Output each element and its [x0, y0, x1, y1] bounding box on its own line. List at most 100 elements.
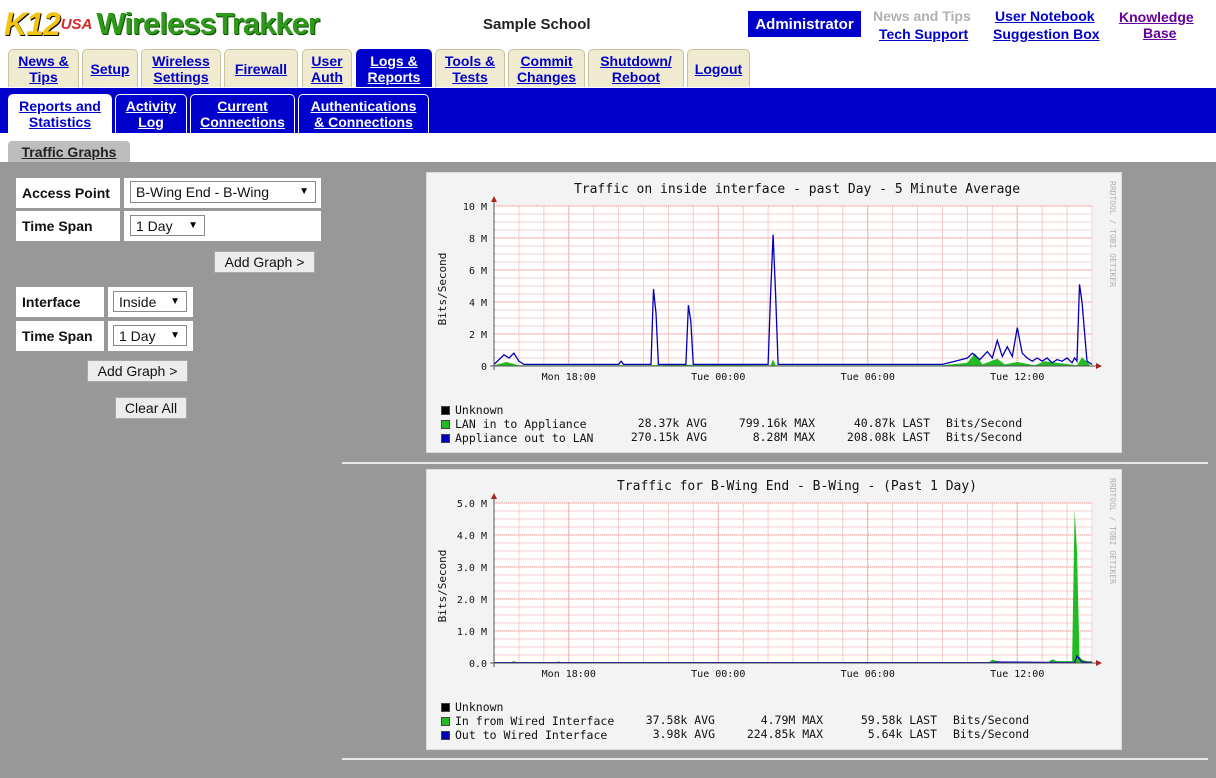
- user-notebook-link[interactable]: User Notebook: [995, 8, 1095, 24]
- tab-tools-tests[interactable]: Tools & Tests: [435, 49, 505, 87]
- tab-shutdown-reboot[interactable]: Shutdown/Reboot: [588, 49, 684, 87]
- traffic-graph-svg-1: Mon 18:00 Tue 00:00 Tue 06:00 Tue 12:00 0 2 M…: [436, 181, 1117, 383]
- y-tick-label: 2.0 M: [457, 595, 487, 606]
- legend-unit: Bits/Second: [953, 713, 1030, 727]
- dropdown-arrow-icon: ▼: [170, 295, 180, 307]
- x-axis-arrow-icon: [1096, 363, 1102, 369]
- interface-select[interactable]: Inside ▼: [113, 291, 187, 312]
- y-tick-label: 3.0 M: [457, 563, 487, 574]
- legend-entry: Unknown: [441, 700, 503, 714]
- traffic-graph-access-point: Mon 18:00 Tue 00:00 Tue 06:00 Tue 12:00 0.0 1…: [426, 469, 1122, 750]
- clear-all-button[interactable]: Clear All: [115, 397, 187, 419]
- legend-label: LAN in to Appliance: [455, 417, 587, 431]
- y-tick-label: 4.0 M: [457, 531, 487, 542]
- legend-max: 799.16k MAX: [738, 416, 815, 430]
- legend-last: 40.87k LAST: [853, 416, 930, 430]
- legend-label: Unknown: [455, 403, 504, 417]
- legend-avg: 3.98k AVG: [652, 727, 715, 741]
- time-span-value-2: 1 Day: [119, 327, 156, 344]
- news-and-tips-link[interactable]: News and Tips: [873, 8, 971, 24]
- section-tab-traffic-graphs[interactable]: Traffic Graphs: [8, 141, 130, 163]
- subtab-current-connections[interactable]: Current Connections: [190, 94, 295, 133]
- legend-swatch: [441, 405, 450, 415]
- time-span-value-1: 1 Day: [136, 217, 173, 234]
- y-tick-label: 4 M: [469, 298, 487, 309]
- chart-title: Traffic for B-Wing End - B-Wing - (Past …: [617, 479, 977, 494]
- x-axis-arrow-icon: [1096, 660, 1102, 666]
- subtab-activity-log[interactable]: Activity Log: [115, 94, 187, 133]
- legend-unit: Bits/Second: [953, 727, 1030, 741]
- legend-swatch: [441, 730, 450, 740]
- legend-avg: 37.58k AVG: [645, 713, 715, 727]
- legend-swatch: [441, 419, 450, 429]
- legend-entry: LAN in to Appliance: [441, 417, 587, 431]
- x-tick-label: Mon 18:00: [542, 669, 596, 680]
- add-graph-button-2[interactable]: Add Graph >: [87, 360, 188, 382]
- time-span-select-1[interactable]: 1 Day ▼: [130, 215, 205, 236]
- content-area: Access Point B-Wing End - B-Wing ▼ Time …: [0, 162, 1216, 778]
- y-tick-label: 10 M: [463, 202, 487, 213]
- time-span-label-1: Time Span: [16, 211, 120, 241]
- dropdown-arrow-icon: ▼: [188, 219, 198, 231]
- knowledge-base-link-line2[interactable]: Base: [1143, 25, 1176, 41]
- y-axis-arrow-icon: [491, 493, 497, 499]
- subtab-authentications-connections[interactable]: Authentications & Connections: [298, 94, 429, 133]
- legend-avg: 28.37k AVG: [637, 416, 707, 430]
- subtab-reports-statistics[interactable]: Reports and Statistics: [8, 94, 112, 133]
- tab-firewall[interactable]: Firewall: [224, 49, 298, 87]
- time-span-select-2[interactable]: 1 Day ▼: [113, 325, 187, 346]
- legend-entry: In from Wired Interface: [441, 714, 614, 728]
- tech-support-link[interactable]: Tech Support: [879, 26, 968, 42]
- logo-product: WirelessTrakker: [96, 6, 320, 41]
- y-tick-label: 8 M: [469, 234, 487, 245]
- tab-logs-reports[interactable]: Logs & Reports: [356, 49, 432, 87]
- add-graph-button-1[interactable]: Add Graph >: [214, 251, 315, 273]
- legend-label: Appliance out to LAN: [455, 431, 594, 445]
- x-tick-label: Tue 12:00: [990, 372, 1044, 383]
- tab-user-auth[interactable]: User Auth: [302, 49, 352, 87]
- y-tick-label: 5.0 M: [457, 499, 487, 510]
- y-axis-label: Bits/Second: [436, 550, 449, 623]
- time-span-label-2: Time Span: [16, 321, 104, 351]
- interface-label: Interface: [16, 287, 104, 317]
- logo-k12: K12: [4, 5, 61, 42]
- legend-swatch: [441, 702, 450, 712]
- rrdtool-watermark: RRDTOOL / TOBI OETIKER: [1108, 181, 1117, 287]
- tab-logout[interactable]: Logout: [687, 49, 750, 87]
- y-axis-label: Bits/Second: [436, 253, 449, 326]
- legend-max: 4.79M MAX: [760, 713, 823, 727]
- legend-avg: 270.15k AVG: [630, 430, 707, 444]
- interface-value: Inside: [119, 293, 157, 310]
- legend-entry: Unknown: [441, 403, 503, 417]
- x-tick-label: Tue 12:00: [990, 669, 1044, 680]
- legend-last: 208.08k LAST: [846, 430, 930, 444]
- legend-unit: Bits/Second: [946, 430, 1023, 444]
- main-tab-bar: News & Tips Setup Wireless Settings Firewa…: [0, 48, 1216, 88]
- legend-unit: Bits/Second: [946, 416, 1023, 430]
- legend-entry: Out to Wired Interface: [441, 728, 607, 742]
- sub-tab-bar: Reports and Statistics Activity Log Curren…: [0, 88, 1216, 133]
- tab-setup[interactable]: Setup: [82, 49, 138, 87]
- x-tick-label: Mon 18:00: [542, 372, 596, 383]
- y-tick-label: 0: [481, 362, 487, 373]
- dropdown-arrow-icon: ▼: [299, 185, 309, 197]
- school-name: Sample School: [483, 16, 591, 33]
- k12usa-wirelesstrakker-logo[interactable]: K12 USA WirelessTrakker: [4, 4, 320, 44]
- legend-last: 5.64k LAST: [867, 727, 937, 741]
- traffic-graph-svg-2: Mon 18:00 Tue 00:00 Tue 06:00 Tue 12:00 0.0 1…: [436, 478, 1117, 680]
- tab-news-tips[interactable]: News & Tips: [8, 49, 79, 87]
- tab-wireless-settings[interactable]: Wireless Settings: [141, 49, 221, 87]
- graph-divider: [342, 758, 1208, 760]
- legend-max: 224.85k MAX: [746, 727, 823, 741]
- logo-usa: USA: [60, 15, 93, 33]
- graph-divider: [342, 462, 1208, 464]
- suggestion-box-link[interactable]: Suggestion Box: [993, 26, 1100, 42]
- chart-title: Traffic on inside interface - past Day -…: [574, 182, 1020, 197]
- tab-commit-changes[interactable]: Commit Changes: [508, 49, 585, 87]
- access-point-select[interactable]: B-Wing End - B-Wing ▼: [130, 181, 316, 203]
- y-tick-label: 1.0 M: [457, 627, 487, 638]
- knowledge-base-link-line1[interactable]: Knowledge: [1119, 9, 1194, 25]
- legend-max: 8.28M MAX: [752, 430, 815, 444]
- legend-label: Out to Wired Interface: [455, 728, 608, 742]
- y-tick-label: 2 M: [469, 330, 487, 341]
